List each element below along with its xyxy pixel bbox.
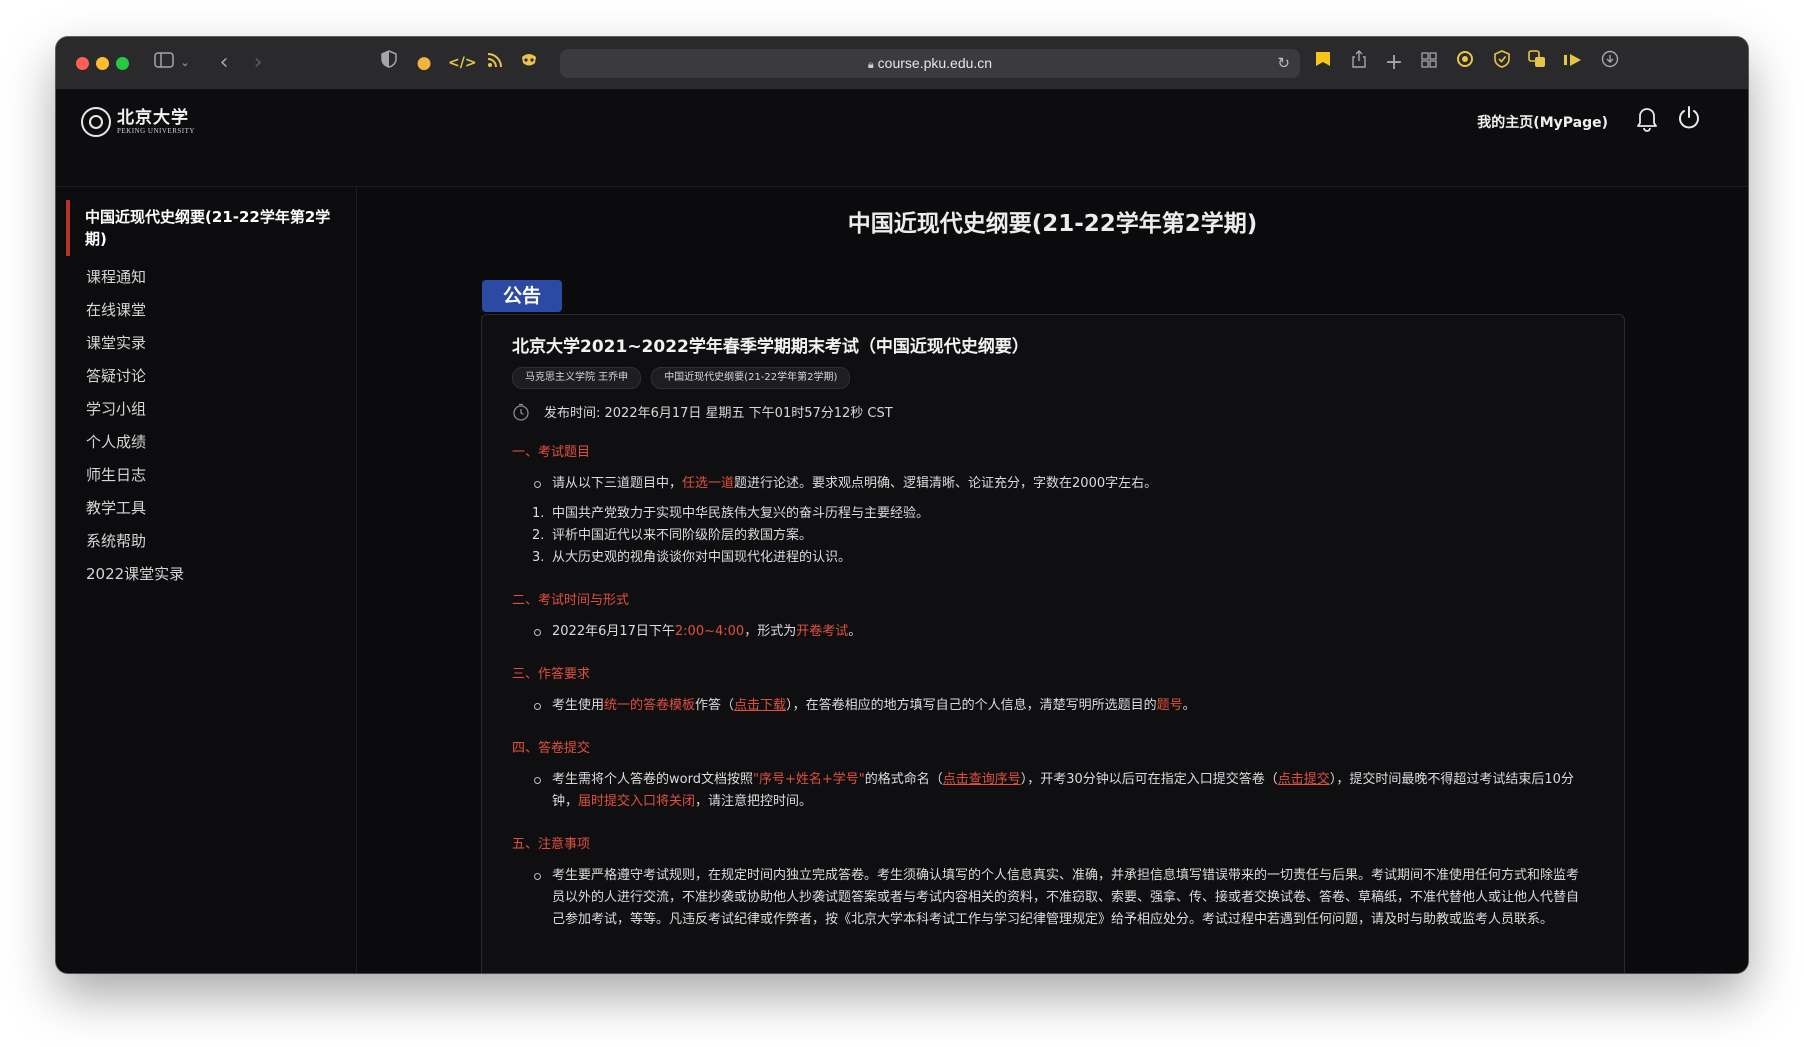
list-item: 2. 评析中国近代以来不同阶级阶层的救国方案。	[532, 528, 813, 543]
pku-emblem-icon	[81, 107, 111, 137]
mask-extension-icon[interactable]	[518, 50, 540, 76]
section-heading-exam-time: 二、考试时间与形式	[512, 593, 630, 608]
answer-requirements-text: 考生使用统一的答卷模板作答（点击下载），在答卷相应的地方填写自己的个人信息，清楚…	[512, 695, 1590, 717]
translate-extension-icon[interactable]	[1526, 50, 1548, 76]
pku-logo[interactable]: 北京大学 PEKING UNIVERSITY	[81, 106, 195, 138]
new-tab-icon[interactable]: +	[1383, 50, 1405, 76]
fire-extension-icon[interactable]: ●	[413, 50, 435, 76]
sidebar-toggle-icon[interactable]	[152, 50, 176, 76]
query-number-link[interactable]: 点击查询序号	[943, 772, 1021, 787]
power-icon[interactable]	[1676, 104, 1706, 134]
shield-check-icon[interactable]	[1491, 50, 1513, 76]
tab-overview-icon[interactable]	[1418, 50, 1440, 76]
download-icon[interactable]	[1599, 50, 1621, 76]
rss-icon[interactable]	[484, 50, 506, 76]
close-window-button[interactable]	[76, 57, 89, 70]
sidebar-item-grades[interactable]: 个人成绩	[86, 426, 184, 459]
logo-title: 北京大学	[117, 107, 189, 128]
sidebar-item-teaching-tools[interactable]: 教学工具	[86, 492, 184, 525]
submission-text: 考生需将个人答卷的word文档按照"序号+姓名+学号"的格式命名（点击查询序号）…	[512, 769, 1590, 813]
sidebar-item-notices[interactable]: 课程通知	[86, 261, 184, 294]
logo-subtitle: PEKING UNIVERSITY	[117, 126, 195, 135]
sidebar-item-study-groups[interactable]: 学习小组	[86, 393, 184, 426]
media-extension-icon[interactable]	[1562, 50, 1584, 76]
notes-text: 考生要严格遵守考试规则，在规定时间内独立完成答卷。考生须确认填写的个人信息真实、…	[512, 865, 1590, 931]
submit-link[interactable]: 点击提交	[1278, 772, 1330, 787]
course-tag[interactable]: 中国近现代史纲要(21-22学年第2学期)	[651, 367, 851, 389]
sidebar-item-course-home[interactable]: 中国近现代史纲要(21-22学年第2学期)	[66, 200, 346, 256]
author-tag[interactable]: 马克思主义学院 王乔申	[512, 367, 642, 389]
sidebar-item-class-recordings[interactable]: 课堂实录	[86, 327, 184, 360]
browser-window: ⌄ ‹ › ● </> 🔒︎ course.pku.edu.cn ↻ + 北京大…	[56, 37, 1748, 973]
sidebar-item-qa-discussion[interactable]: 答疑讨论	[86, 360, 184, 393]
chevron-down-icon[interactable]: ⌄	[178, 50, 192, 76]
bell-icon[interactable]	[1634, 104, 1664, 134]
exam-time-text: 2022年6月17日下午2:00~4:00，形式为开卷考试。	[512, 621, 1590, 643]
exam-topic-list: 1. 中国共产党致力于实现中华民族伟大复兴的奋斗历程与主要经验。 2. 评析中国近代…	[512, 503, 1590, 569]
url-text: 🔒︎ course.pku.edu.cn	[867, 55, 993, 71]
list-item: 3. 从大历史观的视角谈谈你对中国现代化进程的认识。	[532, 550, 852, 565]
sidebar-item-online-class[interactable]: 在线课堂	[86, 294, 184, 327]
course-sidebar: 中国近现代史纲要(21-22学年第2学期) 课程通知 在线课堂 课堂实录 答疑讨…	[56, 187, 357, 973]
browser-toolbar: ⌄ ‹ › ● </> 🔒︎ course.pku.edu.cn ↻ +	[56, 37, 1748, 90]
announcement-tags: 马克思主义学院 王乔申 中国近现代史纲要(21-22学年第2学期)	[512, 367, 1590, 389]
section-heading-answer-requirements: 三、作答要求	[512, 667, 591, 682]
reload-icon[interactable]: ↻	[1277, 49, 1290, 78]
sidebar-menu: 课程通知 在线课堂 课堂实录 答疑讨论 学习小组 个人成绩 师生日志 教学工具 …	[86, 261, 184, 591]
announcement-card: 北京大学2021~2022学年春季学期期末考试（中国近现代史纲要） 马克思主义学…	[481, 314, 1625, 973]
announcement-title: 北京大学2021~2022学年春季学期期末考试（中国近现代史纲要）	[512, 337, 1029, 357]
site-header: 北京大学 PEKING UNIVERSITY 我的主页(MyPage)	[56, 90, 1748, 186]
page-title: 中国近现代史纲要(21-22学年第2学期)	[847, 211, 1258, 237]
publish-time: 发布时间: 2022年6月17日 星期五 下午01时57分12秒 CST	[512, 402, 1590, 421]
forward-icon[interactable]: ›	[248, 50, 268, 76]
section-heading-exam-topic: 一、考试题目	[512, 445, 591, 460]
address-bar[interactable]: 🔒︎ course.pku.edu.cn ↻	[560, 49, 1300, 78]
download-template-link[interactable]: 点击下载	[734, 698, 786, 713]
clock-icon	[512, 403, 530, 421]
lock-icon: 🔒︎	[867, 59, 874, 71]
code-extension-icon[interactable]: </>	[448, 50, 477, 76]
exam-topic-instruction: 请从以下三道题目中，任选一道题进行论述。要求观点明确、逻辑清晰、论证充分，字数在…	[512, 473, 1590, 495]
list-item: 1. 中国共产党致力于实现中华民族伟大复兴的奋斗历程与主要经验。	[532, 506, 930, 521]
share-icon[interactable]	[1348, 50, 1370, 76]
sidebar-item-journals[interactable]: 师生日志	[86, 459, 184, 492]
minimize-window-button[interactable]	[96, 57, 109, 70]
section-heading-submission: 四、答卷提交	[512, 741, 591, 756]
main-content: 中国近现代史纲要(21-22学年第2学期) 公告 北京大学2021~2022学年…	[357, 187, 1748, 973]
section-heading-notes: 五、注意事项	[512, 837, 591, 852]
zoom-window-button[interactable]	[116, 57, 129, 70]
back-icon[interactable]: ‹	[214, 50, 234, 76]
sidebar-item-2022-recordings[interactable]: 2022课堂实录	[86, 558, 184, 591]
announcement-badge: 公告	[482, 280, 562, 312]
audio-extension-icon[interactable]	[1454, 50, 1476, 76]
sidebar-item-system-help[interactable]: 系统帮助	[86, 525, 184, 558]
bookmark-extension-icon[interactable]	[1312, 50, 1334, 76]
publish-time-text: 发布时间: 2022年6月17日 星期五 下午01时57分12秒 CST	[544, 406, 893, 421]
shield-extension-icon[interactable]	[378, 50, 400, 76]
mypage-link[interactable]: 我的主页(MyPage)	[1477, 112, 1608, 132]
